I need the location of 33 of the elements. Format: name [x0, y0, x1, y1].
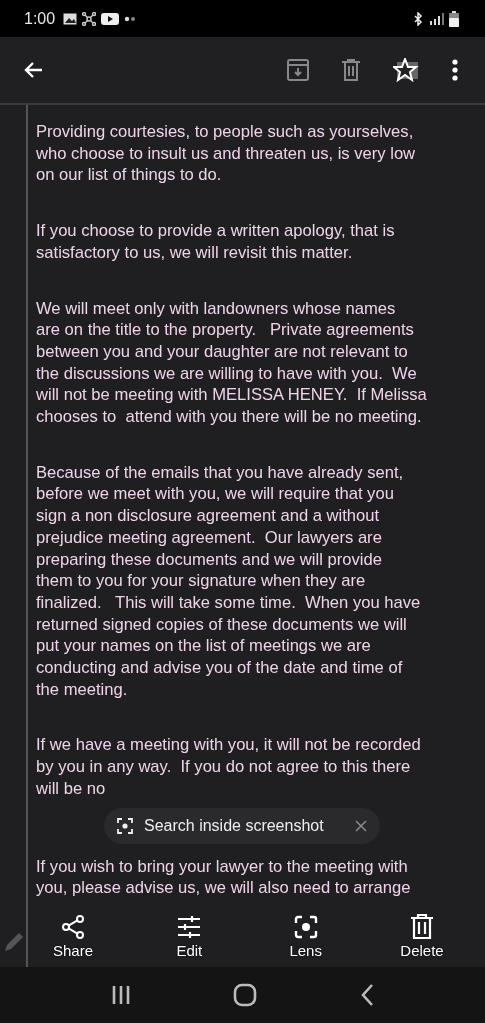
video-icon: [101, 12, 120, 25]
signal-icon: [428, 12, 444, 25]
message-paragraph: Because of the emails that you have already sent, before we meet with you, we will require that you sign a non disclosure agreement and a without prejudice meeting agreement. Our lawyers are preparing these documents and we will provide them to you for your signature when they are finalized. This will take some time. When you have returned signed copies of these documents we will put your names on the list of meetings we are conducting and advise you of the date and time of the meeting.: [36, 461, 421, 701]
delete-icon[interactable]: [341, 59, 361, 81]
lens-icon: [116, 816, 134, 835]
lens-icon: [292, 914, 319, 940]
share-icon: [60, 914, 86, 940]
recent-apps-icon[interactable]: [111, 984, 132, 1006]
more-options-icon[interactable]: [451, 59, 459, 81]
network-icon: [82, 11, 97, 26]
more-notifications-icon: [124, 15, 137, 22]
status-time: 1:00: [24, 9, 56, 28]
archive-icon[interactable]: [287, 59, 309, 81]
sliders-icon: [176, 914, 203, 940]
pencil-icon: [3, 931, 25, 953]
action-button[interactable]: Share: [30, 914, 116, 959]
search-chip[interactable]: Search inside screenshot: [104, 807, 380, 844]
message-paragraph: Providing courtesies, to people such as yourselves, who choose to insult us and threaten us, is very low on our list of things to do.: [36, 121, 416, 187]
message-paragraph: If you wish to bring your lawyer to the meeting with you, please advise us, we will also need to arrange: [36, 855, 411, 899]
home-icon[interactable]: [233, 983, 258, 1007]
bluetooth-icon: [413, 11, 423, 26]
action-button[interactable]: Delete: [379, 914, 465, 959]
message-paragraph: If you choose to provide a written apology, that is satisfactory to us, we will revisit this matter.: [36, 220, 395, 264]
image-icon: [63, 12, 78, 25]
battery-icon: [449, 10, 459, 27]
message-paragraph: We will meet only with landowners whose names are on the title to the property. Private agreements between you and your daughter are not relevant to the discussions we are willing to have with you. We will not be meeting with MELISSA HENEY. If Melissa chooses to attend with you there will be no meeting.: [36, 297, 427, 428]
close-icon[interactable]: [354, 818, 368, 833]
action-button[interactable]: Lens: [262, 914, 349, 959]
action-button[interactable]: Edit: [146, 914, 233, 959]
star-icon[interactable]: [393, 58, 419, 82]
back-navigation-icon[interactable]: [359, 983, 374, 1007]
delete-icon: [410, 914, 434, 940]
message-paragraph: If we have a meeting with you, it will not be recorded by you in any way. If you do not agree to this there will be no: [36, 734, 421, 800]
